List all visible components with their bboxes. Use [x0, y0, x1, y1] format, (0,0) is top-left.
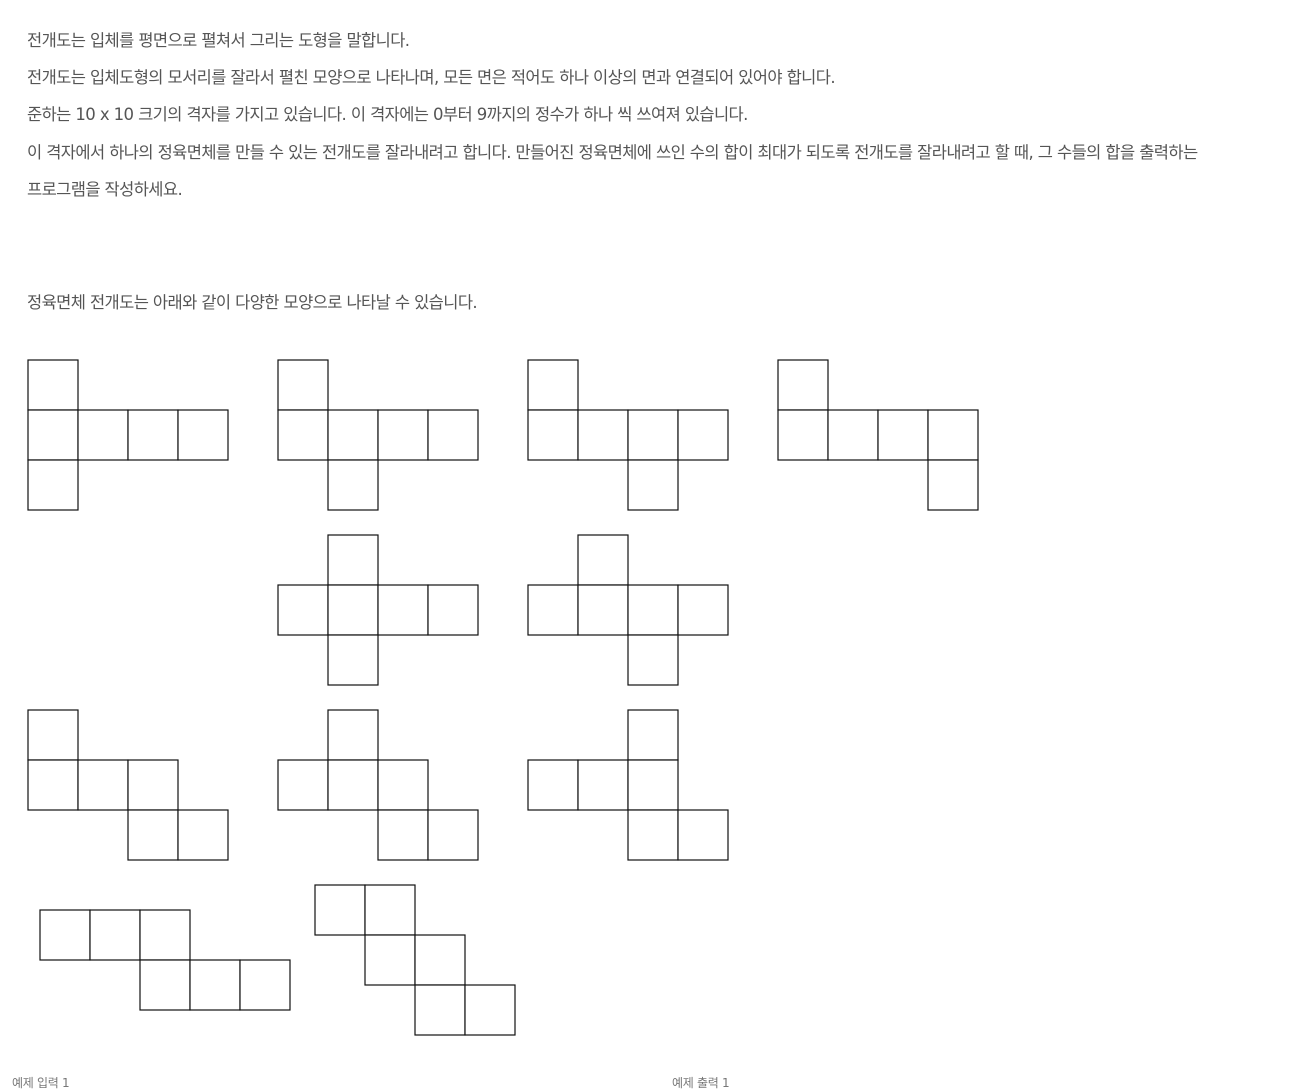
- net-face: [27, 709, 79, 761]
- net-face: [827, 409, 879, 461]
- net-face: [427, 409, 479, 461]
- net-face: [377, 584, 429, 636]
- cube-net-7: [27, 709, 229, 861]
- net-face: [327, 634, 379, 686]
- net-face: [377, 759, 429, 811]
- net-face: [627, 634, 679, 686]
- net-face: [327, 709, 379, 761]
- net-face: [327, 409, 379, 461]
- net-face: [927, 409, 979, 461]
- net-face: [527, 359, 579, 411]
- net-face: [677, 409, 729, 461]
- net-face: [577, 409, 629, 461]
- net-face: [777, 409, 829, 461]
- net-face: [427, 584, 479, 636]
- net-face: [177, 809, 229, 861]
- net-face: [127, 409, 179, 461]
- cube-net-3: [527, 359, 729, 511]
- net-face: [327, 459, 379, 511]
- cube-net-8: [277, 709, 479, 861]
- net-face: [27, 459, 79, 511]
- net-face: [627, 759, 679, 811]
- net-face: [277, 759, 329, 811]
- net-face: [577, 584, 629, 636]
- net-face: [464, 984, 516, 1036]
- net-face: [364, 934, 416, 986]
- net-face: [27, 409, 79, 461]
- net-face: [627, 809, 679, 861]
- cube-net-10: [39, 909, 291, 1011]
- net-face: [377, 809, 429, 861]
- net-face: [377, 409, 429, 461]
- net-face: [77, 409, 129, 461]
- net-face: [27, 759, 79, 811]
- net-face: [189, 959, 241, 1011]
- cube-net-5: [277, 534, 479, 686]
- net-face: [577, 759, 629, 811]
- net-face: [627, 584, 679, 636]
- net-face: [39, 909, 91, 961]
- net-face: [627, 409, 679, 461]
- net-face: [127, 759, 179, 811]
- net-face: [427, 809, 479, 861]
- net-face: [677, 809, 729, 861]
- cube-net-11: [314, 884, 516, 1036]
- net-face: [277, 584, 329, 636]
- net-face: [877, 409, 929, 461]
- net-face: [277, 409, 329, 461]
- net-face: [27, 359, 79, 411]
- net-face: [277, 359, 329, 411]
- net-face: [414, 934, 466, 986]
- net-face: [127, 809, 179, 861]
- cube-net-9: [527, 709, 729, 861]
- cube-net-2: [277, 359, 479, 511]
- net-face: [927, 459, 979, 511]
- sample-input-heading-cutoff: 예제 입력 1: [12, 1076, 70, 1090]
- net-face: [527, 759, 579, 811]
- net-face: [777, 359, 829, 411]
- net-face: [327, 759, 379, 811]
- net-face: [139, 959, 191, 1011]
- net-face: [327, 534, 379, 586]
- net-face: [527, 584, 579, 636]
- net-face: [139, 909, 191, 961]
- cube-net-1: [27, 359, 229, 511]
- net-face: [527, 409, 579, 461]
- net-face: [414, 984, 466, 1036]
- cube-nets-figure: [27, 359, 979, 1036]
- net-face: [364, 884, 416, 936]
- net-face: [327, 584, 379, 636]
- net-face: [314, 884, 366, 936]
- net-face: [627, 709, 679, 761]
- net-face: [89, 909, 141, 961]
- net-face: [627, 459, 679, 511]
- net-face: [177, 409, 229, 461]
- cube-net-4: [777, 359, 979, 511]
- net-face: [677, 584, 729, 636]
- cube-net-6: [527, 534, 729, 686]
- sample-output-heading-cutoff: 예제 출력 1: [672, 1076, 730, 1090]
- net-face: [239, 959, 291, 1011]
- net-face: [77, 759, 129, 811]
- net-face: [577, 534, 629, 586]
